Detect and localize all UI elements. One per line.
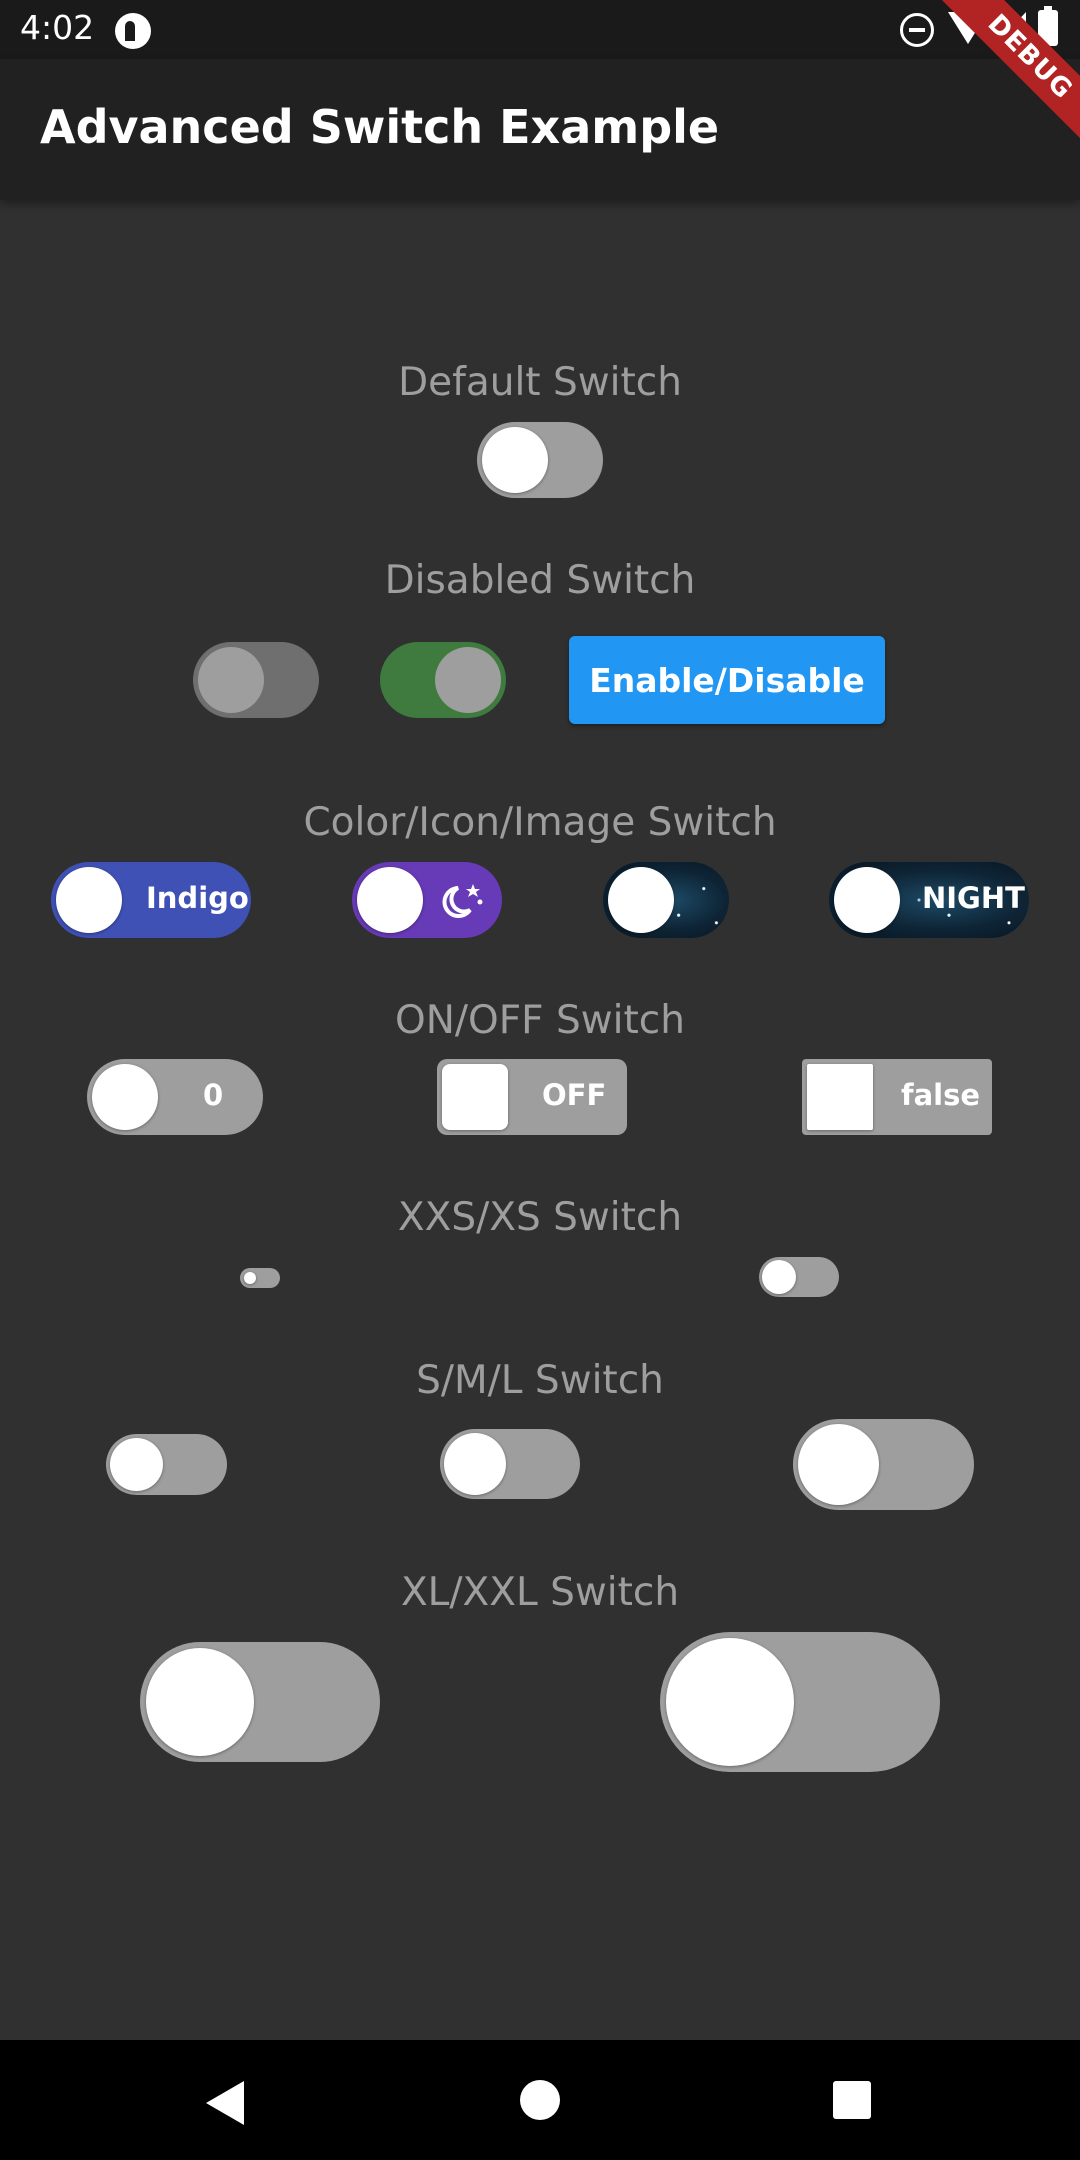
status-time: 4:02 [20,8,95,47]
do-not-disturb-icon [900,13,934,47]
switch-thumb [807,1064,873,1130]
xxs-switch[interactable] [240,1268,280,1288]
switch-thumb [435,647,501,713]
switch-thumb [244,1272,256,1284]
xs-switch[interactable] [759,1257,839,1297]
switch-thumb [666,1638,794,1766]
night-switch[interactable]: NIGHT [829,862,1029,938]
section-title-color-icon-image: Color/Icon/Image Switch [303,800,777,845]
false-switch[interactable]: false [802,1059,992,1135]
section-title-default: Default Switch [398,360,682,405]
notification-icon [115,13,151,49]
switch-thumb [444,1433,506,1495]
moon-stars-icon [442,884,483,918]
section-title-xl-xxl: XL/XXL Switch [400,1570,680,1615]
switch-thumb [92,1064,158,1130]
image-switch[interactable] [603,862,729,938]
switch-thumb [110,1438,163,1491]
back-icon[interactable] [206,2081,244,2125]
m-switch[interactable] [440,1429,580,1499]
switch-label: 0 [203,1078,224,1112]
section-title-xxs-xs: XXS/XS Switch [397,1195,683,1240]
recents-icon[interactable] [833,2081,871,2119]
switch-thumb [56,867,122,933]
default-switch[interactable] [477,422,603,498]
xl-switch[interactable] [140,1642,380,1762]
enable-disable-button[interactable]: Enable/Disable [569,636,885,724]
off-switch[interactable]: OFF [437,1059,627,1135]
icon-switch[interactable] [352,862,502,938]
switch-label: false [901,1078,981,1112]
app-title: Advanced Switch Example [40,100,720,154]
switch-thumb [357,867,423,933]
disabled-switch-on[interactable] [380,642,506,718]
switch-label: Indigo [146,881,249,915]
switch-label: NIGHT [922,881,1025,915]
section-title-on-off: ON/OFF Switch [395,998,685,1043]
switch-thumb [198,647,264,713]
indigo-switch[interactable]: Indigo [51,862,251,938]
home-icon[interactable] [520,2080,560,2120]
switch-thumb [834,867,900,933]
section-title-s-m-l: S/M/L Switch [416,1358,664,1403]
switch-thumb [482,427,548,493]
disabled-switch-off[interactable] [193,642,319,718]
switch-thumb [798,1424,879,1505]
switch-label: OFF [542,1078,607,1112]
switch-thumb [762,1260,796,1294]
section-title-disabled: Disabled Switch [384,558,696,603]
zero-switch[interactable]: 0 [87,1059,263,1135]
switch-thumb [442,1064,508,1130]
switch-thumb [146,1648,254,1756]
switch-thumb [608,867,674,933]
s-switch[interactable] [106,1434,227,1495]
xxl-switch[interactable] [660,1632,940,1772]
l-switch[interactable] [793,1419,974,1510]
